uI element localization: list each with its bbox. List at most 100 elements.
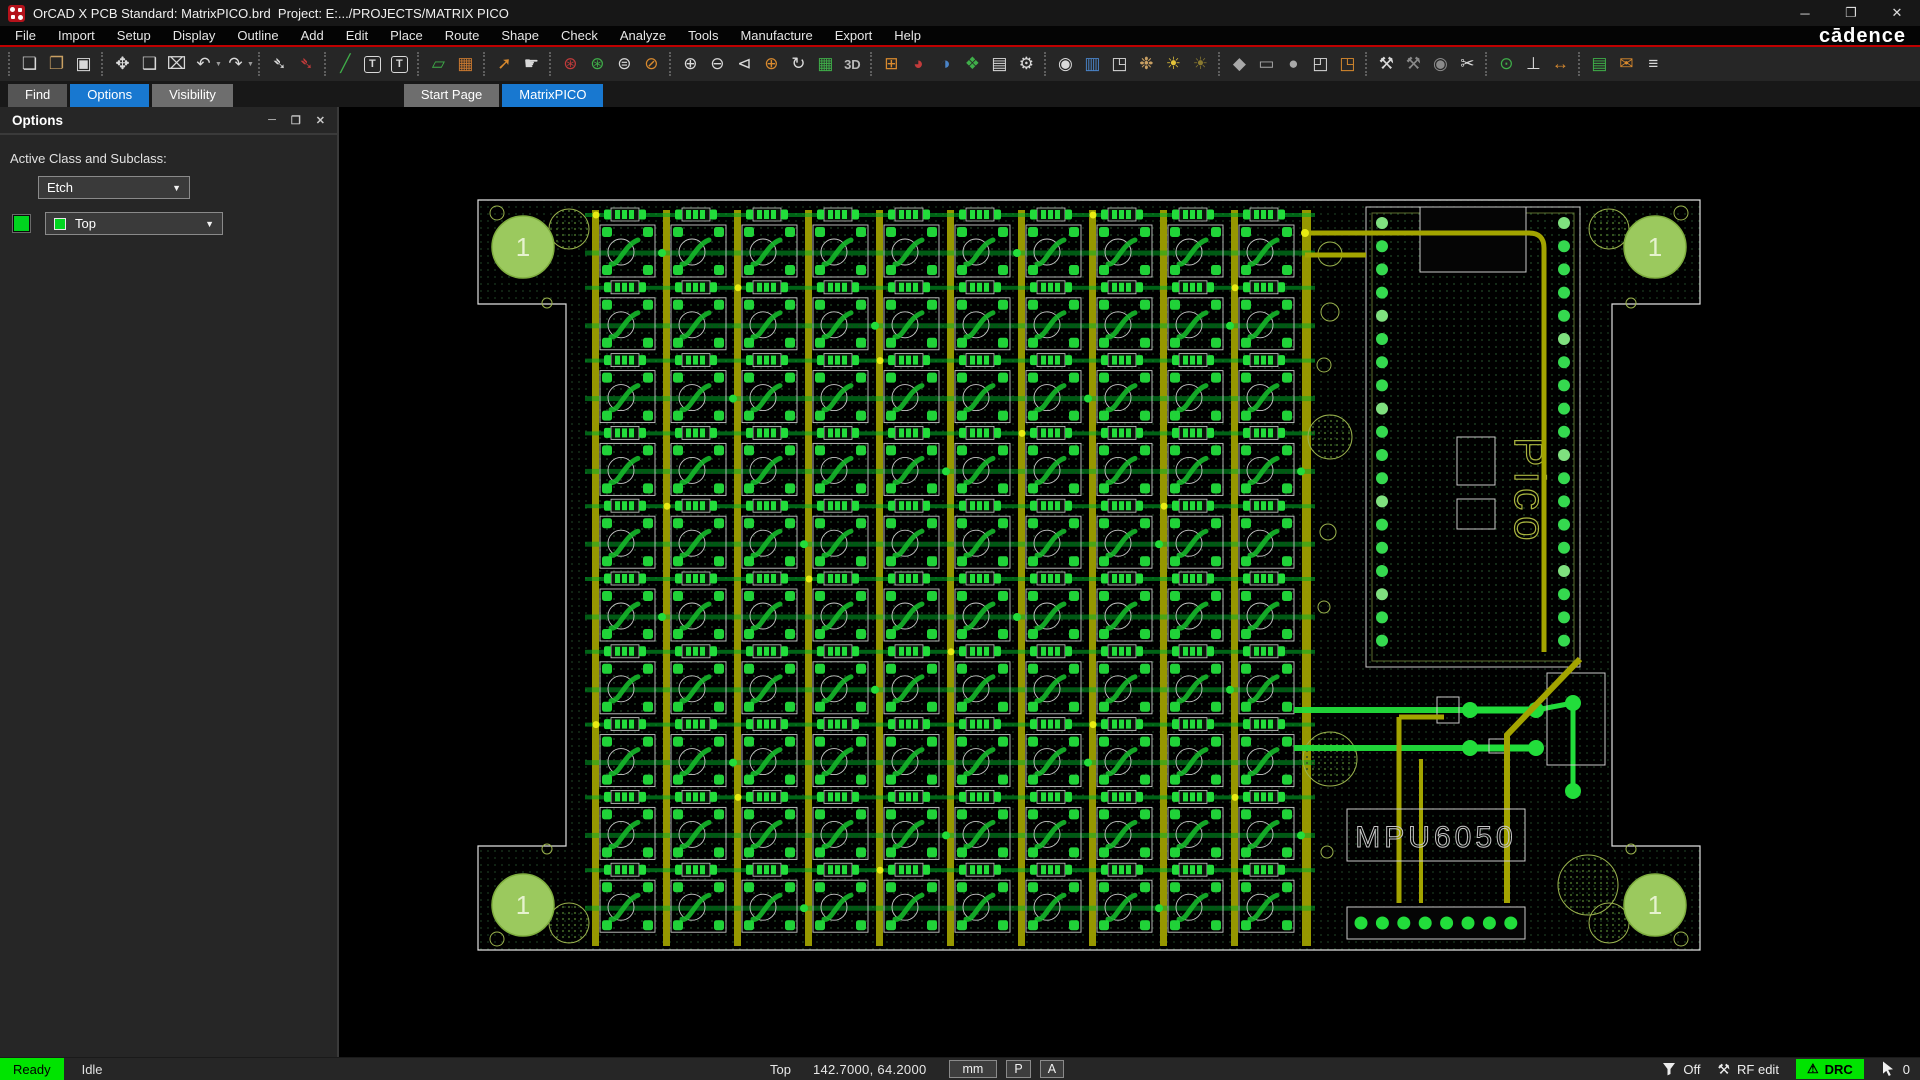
route-connect-icon[interactable]: ➚ [491, 50, 518, 78]
menu-manufacture[interactable]: Manufacture [729, 28, 823, 43]
menu-analyze[interactable]: Analyze [609, 28, 677, 43]
zoom-out-icon[interactable]: ⊖ [704, 50, 731, 78]
menu-place[interactable]: Place [379, 28, 434, 43]
measure-icon[interactable]: ⊥ [1520, 50, 1547, 78]
import-changes-icon[interactable]: ✉ [1613, 50, 1640, 78]
units-button[interactable]: mm [949, 1060, 998, 1078]
nc-route-icon[interactable]: ✂ [1454, 50, 1481, 78]
filter-status[interactable]: Off [1662, 1062, 1700, 1077]
rats-net-icon[interactable]: ⊛ [584, 50, 611, 78]
panel-minimize-icon[interactable]: ─ [268, 114, 276, 127]
menu-edit[interactable]: Edit [335, 28, 379, 43]
add-text-icon[interactable]: T [359, 50, 386, 78]
doc-tab-matrixpico[interactable]: MatrixPICO [502, 84, 603, 107]
save-design-icon[interactable]: ▣ [70, 50, 97, 78]
shadow-mode-icon[interactable]: ◑ [932, 50, 959, 78]
menu-route[interactable]: Route [434, 28, 491, 43]
place-component-icon[interactable]: ▱ [425, 50, 452, 78]
highlight-icon[interactable]: ☀ [1160, 50, 1187, 78]
swap-icon[interactable]: ⊘ [638, 50, 665, 78]
redo-icon[interactable]: ↷ [222, 50, 249, 78]
shape-polygon-icon[interactable]: ◆ [1226, 50, 1253, 78]
shape-rect-icon[interactable]: ▭ [1253, 50, 1280, 78]
spacing-icon[interactable]: ↔ [1547, 50, 1574, 78]
zoom-previous-icon[interactable]: ⊲ [731, 50, 758, 78]
color-dialog-icon[interactable]: ◕ [905, 50, 932, 78]
board-view-icon[interactable]: ▦ [812, 50, 839, 78]
move-icon[interactable]: ✥ [109, 50, 136, 78]
tab-find[interactable]: Find [8, 84, 67, 107]
shape-circle-icon[interactable]: ● [1280, 50, 1307, 78]
zoom-selection-icon[interactable]: ⊙ [1493, 50, 1520, 78]
edit-boundary-icon[interactable]: ◳ [1334, 50, 1361, 78]
unpin-icon[interactable]: ➴ [293, 50, 320, 78]
subclass-dropdown-value: Top [75, 216, 96, 231]
dropdown-caret-icon[interactable]: ▼ [247, 61, 254, 68]
menu-tools[interactable]: Tools [677, 28, 729, 43]
toolbar-separator [417, 52, 421, 76]
tab-visibility[interactable]: Visibility [152, 84, 233, 107]
menu-help[interactable]: Help [883, 28, 932, 43]
select-shape-icon[interactable]: ◰ [1307, 50, 1334, 78]
photoplot-icon[interactable]: ◉ [1427, 50, 1454, 78]
measure-3d-icon[interactable]: ◳ [1106, 50, 1133, 78]
place-module-icon[interactable]: ▦ [452, 50, 479, 78]
doc-tab-start-page[interactable]: Start Page [404, 84, 499, 107]
edit-text-icon[interactable]: T [386, 50, 413, 78]
rats-all-icon[interactable]: ⊛ [557, 50, 584, 78]
pick-button[interactable]: P [1006, 1060, 1030, 1078]
add-line-icon[interactable]: ╱ [332, 50, 359, 78]
layer-priority-icon[interactable]: ▥ [1079, 50, 1106, 78]
undo-icon[interactable]: ↶ [190, 50, 217, 78]
properties-icon[interactable]: ≡ [1640, 50, 1667, 78]
menu-display[interactable]: Display [162, 28, 227, 43]
app-icon [8, 5, 25, 22]
menu-export[interactable]: Export [824, 28, 884, 43]
class-dropdown[interactable]: Etch ▼ [38, 176, 190, 199]
menu-add[interactable]: Add [290, 28, 335, 43]
open-design-icon[interactable]: ❐ [43, 50, 70, 78]
grid-toggle-icon[interactable]: ⊞ [878, 50, 905, 78]
angle-button[interactable]: A [1040, 1060, 1064, 1078]
export-report-icon[interactable]: ▤ [1586, 50, 1613, 78]
drill-customize-icon[interactable]: ⚒ [1400, 50, 1427, 78]
menu-shape[interactable]: Shape [490, 28, 550, 43]
panel-close-icon[interactable]: ✕ [316, 114, 325, 127]
design-canvas[interactable]: 1111PicoMPU6050 [339, 107, 1920, 1057]
close-button[interactable]: ✕ [1874, 0, 1920, 26]
visibility-icon[interactable]: ◉ [1052, 50, 1079, 78]
menu-import[interactable]: Import [47, 28, 106, 43]
panel-float-icon[interactable]: ❐ [291, 114, 301, 127]
dropdown-caret-icon[interactable]: ▼ [215, 61, 222, 68]
slide-icon[interactable]: ☛ [518, 50, 545, 78]
drill-legend-icon[interactable]: ⚒ [1373, 50, 1400, 78]
status-bar: Ready Idle Top 142.7000, 64.2000 mm P A … [0, 1057, 1920, 1080]
pin-icon[interactable]: ➴ [266, 50, 293, 78]
menu-setup[interactable]: Setup [106, 28, 162, 43]
menu-check[interactable]: Check [550, 28, 609, 43]
warning-icon: ⚠ [1807, 1061, 1819, 1077]
active-class-label: Active Class and Subclass: [10, 151, 337, 166]
view-3d-icon[interactable]: 3D [839, 50, 866, 78]
subclass-dropdown[interactable]: Top ▼ [45, 212, 223, 235]
menu-file[interactable]: File [4, 28, 47, 43]
drc-status-badge[interactable]: ⚠ DRC [1796, 1059, 1864, 1079]
copy-icon[interactable]: ❑ [136, 50, 163, 78]
minimize-button[interactable]: ─ [1782, 0, 1828, 26]
etch-edit-icon[interactable]: ❖ [959, 50, 986, 78]
cursor-icon [1881, 1061, 1896, 1077]
tab-options[interactable]: Options [70, 84, 149, 107]
delete-icon[interactable]: ⌧ [163, 50, 190, 78]
redraw-icon[interactable]: ↻ [785, 50, 812, 78]
zoom-in-icon[interactable]: ⊕ [677, 50, 704, 78]
reports-icon[interactable]: ▤ [986, 50, 1013, 78]
new-design-icon[interactable]: ❏ [16, 50, 43, 78]
dehighlight-icon[interactable]: ☀ [1187, 50, 1214, 78]
unrats-all-icon[interactable]: ⊜ [611, 50, 638, 78]
zoom-fit-icon[interactable]: ⊕ [758, 50, 785, 78]
parameters-icon[interactable]: ⚙ [1013, 50, 1040, 78]
artwork-icon[interactable]: ❉ [1133, 50, 1160, 78]
maximize-button[interactable]: ❐ [1828, 0, 1874, 26]
rf-edit-status[interactable]: ⚒ RF edit [1717, 1061, 1778, 1078]
menu-outline[interactable]: Outline [226, 28, 289, 43]
